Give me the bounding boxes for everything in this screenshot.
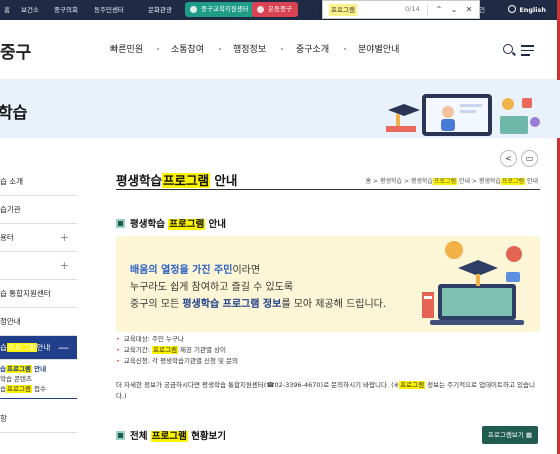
sidebar-submenu: 습프로그램 안내 학습 콘텐츠 습프로그램 접수 xyxy=(0,360,77,399)
sidebar-item-policy[interactable]: 정안내 xyxy=(0,308,77,336)
sidebar-item-label: 습 통합지원센터 xyxy=(0,289,51,298)
find-highlight: 프로그램 xyxy=(5,385,32,393)
sidebar-item-label: 습기관 xyxy=(0,205,21,214)
section-banner: 학습 xyxy=(0,80,560,138)
submenu-item-contents[interactable]: 학습 콘텐츠 xyxy=(0,374,77,384)
grid-icon: ▦ xyxy=(525,431,532,439)
program-details-list: 교육대상: 주민 누구나 교육기간: 프로그램 제공 기관별 상이 교육신청: … xyxy=(116,334,238,367)
sidebar-item-intro[interactable]: 습 소개 xyxy=(0,168,77,196)
breadcrumb-item[interactable]: 평생학습 xyxy=(380,178,402,185)
find-divider xyxy=(427,4,428,16)
nav-field-guide[interactable]: 분야별안내 xyxy=(358,42,399,55)
sidebar-item-empty[interactable]: + xyxy=(0,252,77,280)
nav-divider xyxy=(157,48,159,50)
nav-communication[interactable]: 소통참여 xyxy=(171,42,204,55)
nav-divider xyxy=(344,48,346,50)
sidebar-item-label: 습 소개 xyxy=(0,177,24,186)
nav-admin-info[interactable]: 행정정보 xyxy=(233,42,266,55)
topbar-link-culture[interactable]: 문화관광 xyxy=(148,0,172,20)
sidebar-item-label: 정안내 xyxy=(0,317,21,326)
intro-line-3: 중구의 모든 평생학습 프로그램 정보를 모아 제공해 드립니다. xyxy=(130,299,387,310)
contact-note: 더 자세한 정보가 궁금하시다면 평생학습 통합지원센터(☎02-3396-46… xyxy=(116,381,535,400)
submenu-item-program-guide[interactable]: 습프로그램 안내 xyxy=(0,364,77,374)
find-highlight: 프로그램 xyxy=(162,173,211,188)
laptop-illustration xyxy=(422,241,524,325)
find-close-button[interactable]: ✕ xyxy=(463,4,475,16)
search-icon[interactable] xyxy=(503,44,513,54)
eunpa-button[interactable]: 은동중구 xyxy=(252,2,298,17)
breadcrumb-home[interactable]: 홈 xyxy=(366,178,372,185)
edu-center-icon xyxy=(190,6,197,13)
breadcrumb-current: 평생학습프로그램 안내 xyxy=(478,178,538,185)
program-list-label: 프로그램보기 xyxy=(487,431,524,439)
sidebar-item-label: 항 xyxy=(0,414,7,423)
share-icon: < xyxy=(505,154,512,163)
section-heading-status: 전체 프로그램 현황보기 xyxy=(116,428,226,442)
list-item: 교육기간: 프로그램 제공 기관별 상이 xyxy=(116,345,238,356)
banner-title: 학습 xyxy=(0,103,28,122)
breadcrumb: 홈 > 평생학습 > 평생학습프로그램 안내 > 평생학습프로그램 안내 xyxy=(365,178,538,185)
minus-icon: — xyxy=(58,341,69,354)
intro-line-2: 누구라도 쉽게 참여하고 즐길 수 있도록 xyxy=(130,282,294,293)
language-label: English xyxy=(519,6,546,14)
section-heading-guide: 평생학습 프로그램 안내 xyxy=(116,216,226,230)
intro-line-1: 배움의 열정을 가진 주민이라면 xyxy=(130,265,261,276)
find-highlight: 프로그램 xyxy=(150,431,188,442)
language-switch[interactable]: English xyxy=(508,0,546,20)
section-bullet-icon xyxy=(116,219,125,228)
share-button[interactable]: < xyxy=(500,150,517,167)
nav-divider xyxy=(281,48,283,50)
program-list-button[interactable]: 프로그램보기 ▦ xyxy=(481,426,538,444)
nav-about[interactable]: 중구소개 xyxy=(296,42,329,55)
eunpa-icon xyxy=(257,6,264,13)
print-icon: ▭ xyxy=(525,154,534,163)
menu-icon[interactable] xyxy=(521,45,534,59)
find-highlight: 프로그램 xyxy=(5,365,32,373)
find-highlight: 프로그램 xyxy=(168,219,206,230)
learning-illustration xyxy=(386,94,540,136)
sidebar-item-label: 용터 xyxy=(0,233,14,242)
sidebar-item-support-center[interactable]: 습 통합지원센터 xyxy=(0,280,77,308)
sidebar-item-program-guide[interactable]: 습프로그램안내 — xyxy=(0,336,77,360)
find-highlight: 프로그램 xyxy=(6,343,37,352)
list-item: 교육대상: 주민 누구나 xyxy=(116,334,238,345)
plus-icon: + xyxy=(59,231,69,244)
sidebar-item-label: 안내 xyxy=(36,343,51,352)
find-match-count: 0/14 xyxy=(405,5,420,13)
find-prev-button[interactable]: ⌃ xyxy=(433,4,445,16)
nav-divider xyxy=(219,48,221,50)
find-highlight: 프로그램 xyxy=(152,346,178,354)
site-header: 중구 빠른민원 소통참여 행정정보 중구소개 분야별안내 xyxy=(0,20,560,80)
intro-box: 배움의 열정을 가진 주민이라면 누구라도 쉽게 참여하고 즐길 수 있도록 중… xyxy=(116,236,540,332)
print-button[interactable]: ▭ xyxy=(521,150,538,167)
plus-icon: + xyxy=(59,259,69,272)
find-next-button[interactable]: ⌄ xyxy=(448,4,460,16)
nav-quick-civil[interactable]: 빠른민원 xyxy=(110,42,143,55)
find-input[interactable]: 프로그램 xyxy=(329,4,357,16)
find-highlight: 프로그램 xyxy=(399,381,426,389)
browser-find-bar: 프로그램 0/14 ⌃ ⌄ ✕ xyxy=(322,0,480,19)
submenu-item-program-apply[interactable]: 습프로그램 접수 xyxy=(0,384,77,394)
edu-center-label: 중구교육지원센터 xyxy=(201,5,249,13)
section-bullet-icon xyxy=(116,431,125,440)
page-title: 평생학습프로그램 안내 xyxy=(116,173,238,188)
list-item: 교육신청: 각 평생학습기관별 신청 및 문의 xyxy=(116,356,238,367)
topbar-link-council[interactable]: 중구의회 xyxy=(54,0,78,20)
topbar-link-community[interactable]: 동주민센터 xyxy=(94,0,124,20)
breadcrumb-item[interactable]: 평생학습프로그램 안내 xyxy=(411,178,470,185)
sidebar-item-last[interactable]: 항 xyxy=(0,405,77,433)
globe-icon xyxy=(508,5,517,13)
eunpa-label: 은동중구 xyxy=(268,5,292,13)
edu-center-button[interactable]: 중구교육지원센터 xyxy=(185,2,255,17)
sidebar: 습 소개 습기관 용터 + + 습 통합지원센터 정안내 습프로그램안내 — 습프… xyxy=(0,168,77,433)
site-logo[interactable]: 중구 xyxy=(0,38,31,63)
sidebar-item-institutions[interactable]: 습기관 xyxy=(0,196,77,224)
title-divider xyxy=(116,189,540,190)
sidebar-item-space[interactable]: 용터 + xyxy=(0,224,77,252)
topbar-link-home[interactable]: 홈 xyxy=(4,0,10,20)
topbar-link-health[interactable]: 보건소 xyxy=(21,0,39,20)
sidebar-item-label: 습 xyxy=(0,343,7,352)
